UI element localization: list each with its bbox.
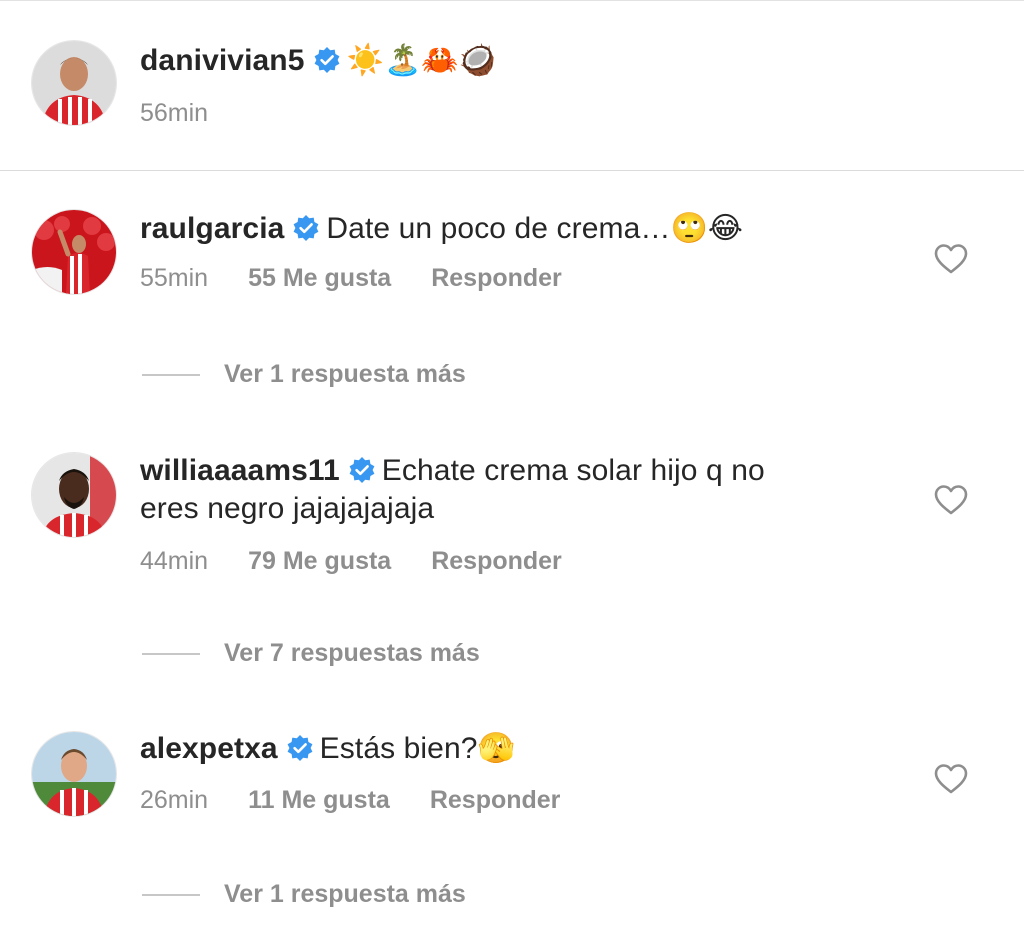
header-divider bbox=[0, 170, 1024, 171]
comment-time: 44min bbox=[140, 547, 209, 575]
comment-time: 55min bbox=[140, 264, 209, 292]
view-replies-button[interactable]: Ver 1 respuesta más bbox=[142, 358, 466, 390]
caption-emojis: ☀️🏝️🦀🥥 bbox=[346, 43, 497, 78]
verified-badge-icon bbox=[348, 456, 376, 484]
comment-username[interactable]: williaaaams11 bbox=[140, 454, 340, 487]
verified-badge-icon bbox=[313, 46, 341, 74]
post-username[interactable]: danivivian5 bbox=[140, 44, 305, 77]
view-replies-button[interactable]: Ver 1 respuesta más bbox=[142, 878, 466, 910]
verified-badge-icon bbox=[286, 734, 314, 762]
avatar-danivivian5[interactable] bbox=[32, 41, 116, 125]
view-replies-button[interactable]: Ver 7 respuestas más bbox=[142, 637, 480, 669]
likes-count-button[interactable]: 55 Me gusta bbox=[248, 264, 391, 292]
heart-icon[interactable] bbox=[934, 484, 968, 516]
likes-count-button[interactable]: 79 Me gusta bbox=[248, 547, 391, 575]
reply-button[interactable]: Responder bbox=[430, 786, 561, 814]
verified-badge-icon bbox=[292, 214, 320, 242]
view-replies-label: Ver 1 respuesta más bbox=[224, 360, 466, 388]
post-caption: danivivian5 ☀️🏝️🦀🥥 56min bbox=[140, 42, 904, 129]
replies-dash bbox=[142, 894, 200, 897]
comment-text: Estás bien?🫣 bbox=[319, 732, 515, 765]
view-replies-label: Ver 7 respuestas más bbox=[224, 639, 480, 667]
comment-alexpetxa: alexpetxa Estás bien?🫣 26min 11 Me gusta Re… bbox=[140, 730, 904, 816]
heart-icon[interactable] bbox=[934, 243, 968, 275]
comment-username[interactable]: alexpetxa bbox=[140, 732, 278, 765]
reply-button[interactable]: Responder bbox=[431, 547, 562, 575]
post-time: 56min bbox=[140, 99, 209, 127]
replies-dash bbox=[142, 374, 200, 377]
heart-icon[interactable] bbox=[934, 763, 968, 795]
reply-button[interactable]: Responder bbox=[431, 264, 562, 292]
avatar-raulgarcia[interactable] bbox=[32, 210, 116, 294]
comment-text: Echate crema solar hijo q no bbox=[381, 454, 765, 487]
replies-dash bbox=[142, 653, 200, 656]
avatar-alexpetxa[interactable] bbox=[32, 732, 116, 816]
comment-text-line2: eres negro jajajajajaja bbox=[140, 492, 435, 525]
likes-count-button[interactable]: 11 Me gusta bbox=[248, 786, 390, 814]
comment-raulgarcia: raulgarcia Date un poco de crema…🙄😂 55min… bbox=[140, 210, 904, 294]
comment-williaaaams11: williaaaams11 Echate crema solar hijo q n… bbox=[140, 452, 904, 577]
top-divider bbox=[0, 0, 1024, 1]
comment-text: Date un poco de crema…🙄😂 bbox=[326, 212, 744, 245]
comment-time: 26min bbox=[140, 786, 209, 814]
avatar-williaaaams11[interactable] bbox=[32, 453, 116, 537]
view-replies-label: Ver 1 respuesta más bbox=[224, 880, 466, 908]
comment-username[interactable]: raulgarcia bbox=[140, 212, 284, 245]
